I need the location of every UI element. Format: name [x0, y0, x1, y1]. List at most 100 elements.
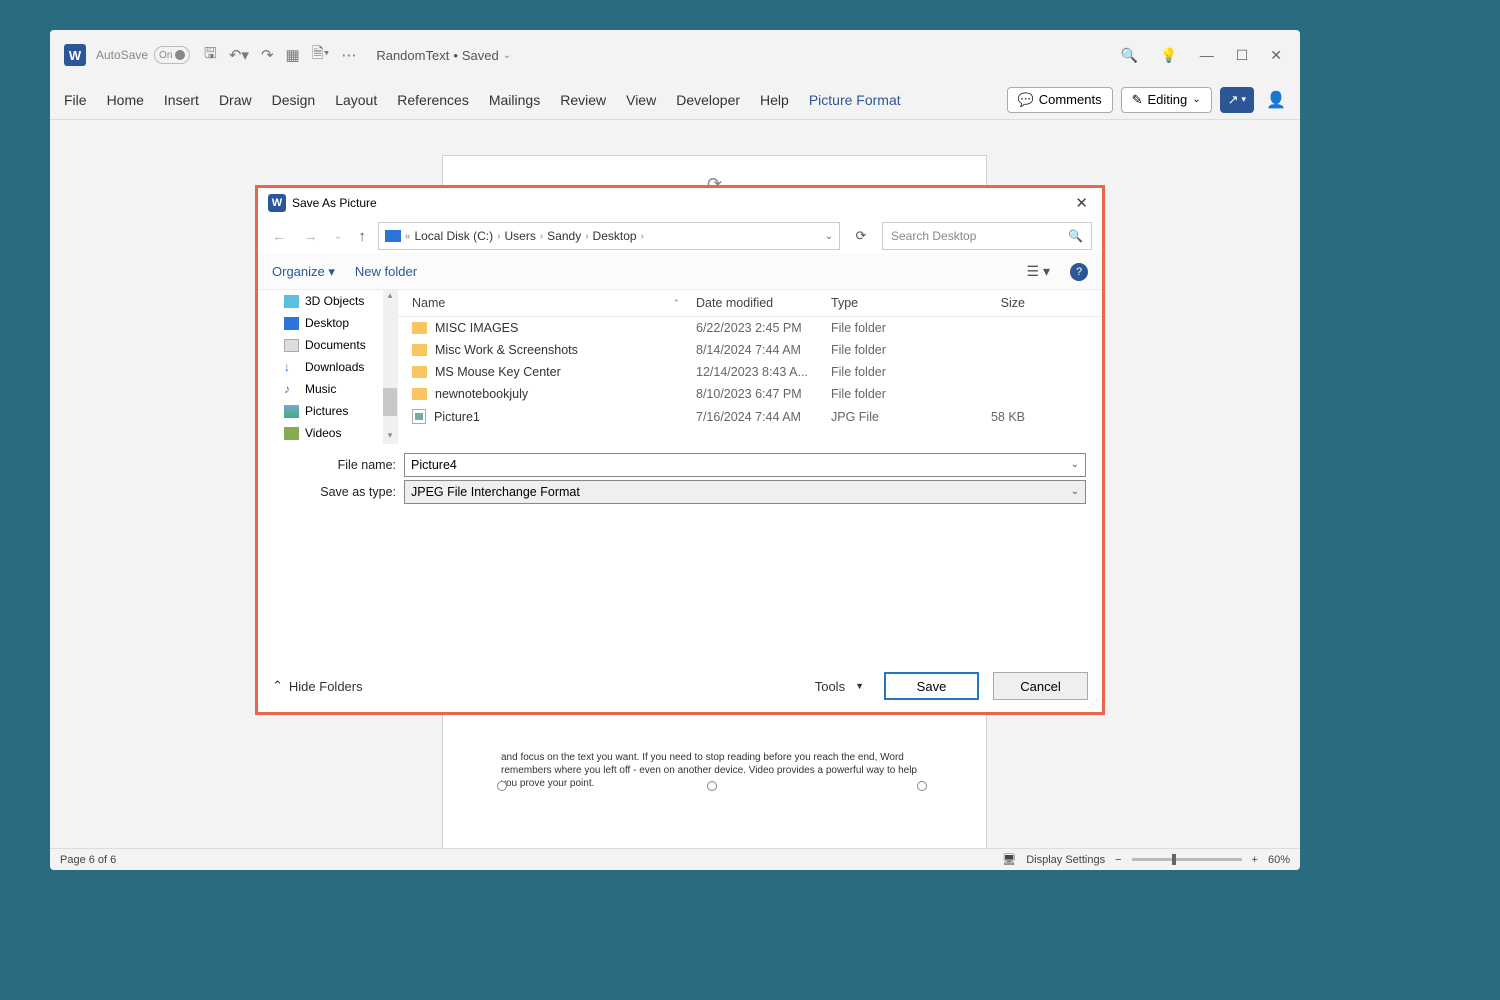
- tab-mailings[interactable]: Mailings: [489, 92, 540, 108]
- comments-button[interactable]: 💬Comments: [1007, 87, 1113, 113]
- view-options-icon[interactable]: ☰ ▾: [1027, 263, 1050, 280]
- breadcrumb-part[interactable]: Desktop: [593, 229, 637, 243]
- tab-file[interactable]: File: [64, 92, 87, 108]
- folder-icon: [412, 388, 427, 400]
- tree-item[interactable]: Videos: [258, 422, 397, 444]
- nav-back-icon[interactable]: ←: [268, 228, 291, 245]
- tab-picture-format[interactable]: Picture Format: [809, 92, 901, 108]
- doc-icon[interactable]: 🗎▾: [312, 43, 330, 68]
- tree-item[interactable]: Pictures: [258, 400, 397, 422]
- tree-item[interactable]: ♪Music: [258, 378, 397, 400]
- tab-references[interactable]: References: [397, 92, 469, 108]
- tree-item[interactable]: ↓Downloads: [258, 356, 397, 378]
- table-icon[interactable]: ▦: [286, 46, 300, 64]
- autosave-label: AutoSave: [96, 48, 148, 62]
- breadcrumb-part[interactable]: Sandy: [547, 229, 581, 243]
- account-icon[interactable]: 👤: [1266, 90, 1286, 110]
- page-indicator[interactable]: Page 6 of 6: [60, 854, 116, 866]
- selection-handle[interactable]: [917, 781, 927, 791]
- cancel-button[interactable]: Cancel: [993, 672, 1088, 700]
- tree-icon: [284, 295, 299, 308]
- tab-draw[interactable]: Draw: [219, 92, 252, 108]
- refresh-icon[interactable]: ⟳: [848, 222, 874, 250]
- tab-insert[interactable]: Insert: [164, 92, 199, 108]
- help-icon[interactable]: ?: [1070, 263, 1088, 281]
- chevron-down-icon[interactable]: ⌄: [1071, 486, 1079, 497]
- zoom-out-icon[interactable]: −: [1115, 854, 1121, 866]
- autosave-toggle[interactable]: AutoSave On: [96, 46, 190, 64]
- selection-handle[interactable]: [497, 781, 507, 791]
- col-name-header[interactable]: Name: [412, 296, 445, 310]
- hint-bulb-icon[interactable]: 💡: [1160, 47, 1177, 64]
- close-window-icon[interactable]: ✕: [1270, 47, 1282, 64]
- new-folder-button[interactable]: New folder: [355, 264, 417, 279]
- nav-up-icon[interactable]: ↑: [354, 228, 370, 245]
- organize-button[interactable]: Organize ▾: [272, 264, 335, 280]
- save-button[interactable]: Save: [884, 672, 979, 700]
- tab-home[interactable]: Home: [107, 92, 144, 108]
- file-row[interactable]: Picture17/16/2024 7:44 AMJPG File58 KB: [398, 405, 1102, 428]
- tree-label: Videos: [305, 426, 341, 440]
- zoom-in-icon[interactable]: +: [1252, 854, 1258, 866]
- tree-scrollbar[interactable]: ▴ ▾: [383, 290, 397, 444]
- document-title[interactable]: RandomText • Saved ⌄: [376, 48, 511, 63]
- display-settings-icon[interactable]: 🖥: [1002, 853, 1016, 866]
- folder-icon: [412, 322, 427, 334]
- col-date-header[interactable]: Date modified: [688, 296, 823, 310]
- undo-icon[interactable]: ↶▾: [229, 46, 249, 64]
- column-headers[interactable]: Name⌃ Date modified Type Size: [398, 290, 1102, 317]
- editing-button[interactable]: ✎Editing⌄: [1121, 87, 1212, 113]
- file-name-input[interactable]: Picture4⌄: [404, 453, 1086, 477]
- display-settings-button[interactable]: Display Settings: [1026, 854, 1105, 866]
- tab-layout[interactable]: Layout: [335, 92, 377, 108]
- save-icon[interactable]: 🖫: [204, 43, 217, 68]
- tree-item[interactable]: 3D Objects: [258, 290, 397, 312]
- tab-design[interactable]: Design: [272, 92, 316, 108]
- folder-tree: 3D Objects DesktopDocuments↓Downloads♪Mus…: [258, 290, 398, 444]
- share-icon: ↗: [1228, 92, 1239, 108]
- nav-recent-icon[interactable]: ⌄: [330, 231, 346, 242]
- tab-developer[interactable]: Developer: [676, 92, 740, 108]
- selection-handle[interactable]: [707, 781, 717, 791]
- zoom-slider[interactable]: [1132, 858, 1242, 861]
- col-size-header[interactable]: Size: [953, 296, 1033, 310]
- file-row[interactable]: Misc Work & Screenshots8/14/2024 7:44 AM…: [398, 339, 1102, 361]
- word-app-icon: W: [268, 194, 286, 212]
- share-button[interactable]: ↗▾: [1220, 87, 1254, 113]
- tab-help[interactable]: Help: [760, 92, 789, 108]
- tree-icon: [284, 339, 299, 352]
- tree-icon: [284, 405, 299, 418]
- qat-overflow-icon[interactable]: ⋯: [341, 46, 356, 64]
- tab-view[interactable]: View: [626, 92, 656, 108]
- file-row[interactable]: MISC IMAGES6/22/2023 2:45 PMFile folder: [398, 317, 1102, 339]
- search-input[interactable]: Search Desktop 🔍: [882, 222, 1092, 250]
- breadcrumb-part[interactable]: Users: [504, 229, 535, 243]
- tree-label: 3D Objects: [305, 294, 364, 308]
- breadcrumb-part[interactable]: Local Disk (C:): [414, 229, 493, 243]
- maximize-icon[interactable]: ☐: [1236, 47, 1249, 64]
- save-type-select[interactable]: JPEG File Interchange Format⌄: [404, 480, 1086, 504]
- resize-grip-icon[interactable]: ⋰: [1088, 702, 1098, 708]
- nav-forward-icon[interactable]: →: [299, 228, 322, 245]
- zoom-level[interactable]: 60%: [1268, 854, 1290, 866]
- tree-item[interactable]: Desktop: [258, 312, 397, 334]
- file-name-label: File name:: [274, 458, 404, 472]
- tree-item[interactable]: Documents: [258, 334, 397, 356]
- col-type-header[interactable]: Type: [823, 296, 953, 310]
- statusbar: Page 6 of 6 🖥 Display Settings − + 60%: [50, 848, 1300, 870]
- redo-icon[interactable]: ↷: [261, 46, 274, 64]
- save-type-label: Save as type:: [274, 485, 404, 499]
- hide-folders-button[interactable]: ⌃Hide Folders: [272, 678, 363, 694]
- tab-review[interactable]: Review: [560, 92, 606, 108]
- breadcrumb[interactable]: « Local Disk (C:)› Users› Sandy› Desktop…: [378, 222, 840, 250]
- file-row[interactable]: newnotebookjuly8/10/2023 6:47 PMFile fol…: [398, 383, 1102, 405]
- autosave-state: On: [159, 50, 172, 61]
- search-icon[interactable]: 🔍: [1121, 47, 1138, 64]
- minimize-icon[interactable]: —: [1200, 47, 1214, 63]
- file-icon: [412, 409, 426, 424]
- word-app-icon: W: [64, 44, 86, 66]
- file-row[interactable]: MS Mouse Key Center12/14/2023 8:43 A...F…: [398, 361, 1102, 383]
- chevron-down-icon[interactable]: ⌄: [1071, 459, 1079, 470]
- tools-button[interactable]: Tools▼: [809, 679, 870, 694]
- close-icon[interactable]: ✕: [1069, 194, 1094, 212]
